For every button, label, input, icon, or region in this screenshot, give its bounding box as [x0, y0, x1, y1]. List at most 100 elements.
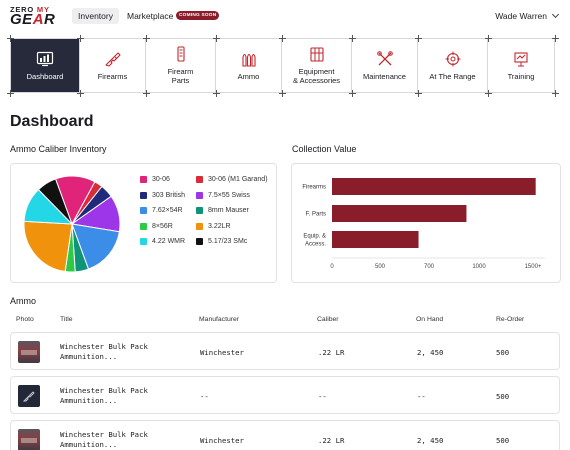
plus-marker: [143, 90, 150, 97]
category-nav: Dashboard Firearms Firearm Parts Ammo Eq…: [10, 38, 557, 93]
bar-category-label: Firearms: [302, 185, 326, 191]
crosshair-icon: [445, 51, 460, 66]
legend-label: 30-06 (M1 Garand): [208, 176, 268, 183]
ammo-caliber-title: Ammo Caliber Inventory: [10, 144, 107, 154]
legend-swatch: [140, 238, 147, 245]
plus-marker: [279, 90, 286, 97]
plus-marker: [279, 35, 286, 42]
ammo-section-title: Ammo: [10, 296, 37, 306]
rifle-placeholder-icon: [18, 385, 40, 407]
bar-chart: Firearms F. Parts Equip. & Access. 0 500 700 10…: [302, 178, 545, 270]
col-title: Title: [60, 316, 73, 323]
tab-at-the-range[interactable]: At The Range: [418, 39, 488, 92]
legend-swatch: [196, 176, 203, 183]
tab-label: Training: [507, 71, 535, 81]
table-row[interactable]: Winchester Bulk Pack Ammunition... Winches…: [10, 420, 560, 450]
chevron-down-icon: [551, 10, 560, 19]
x-tick-label: 1500+: [525, 264, 542, 270]
plus-marker: [77, 90, 84, 97]
legend-label: 5.17/23 SMc: [208, 238, 248, 245]
bar-category-label: F. Parts: [306, 212, 326, 218]
tab-firearm-parts[interactable]: Firearm Parts: [146, 39, 216, 92]
tab-label: At The Range: [429, 71, 476, 81]
collection-value-card: Firearms F. Parts Equip. & Access. 0 500 700 10…: [291, 163, 561, 283]
bar[interactable]: [332, 178, 536, 195]
legend-swatch: [196, 207, 203, 214]
tab-label: Firearms: [97, 71, 128, 81]
tab-training[interactable]: Training: [488, 39, 555, 92]
tab-maintenance[interactable]: Maintenance: [352, 39, 418, 92]
tab-label: Ammo: [237, 71, 260, 81]
legend-item: 7.5×55 Swiss: [196, 191, 250, 199]
tab-label: Dashboard: [26, 71, 64, 81]
legend-label: 3.22LR: [208, 222, 231, 230]
table-row[interactable]: Winchester Bulk Pack Ammunition... -- -- -- 5…: [10, 376, 560, 414]
legend-label: 8×56R: [152, 222, 173, 230]
collection-value-title: Collection Value: [292, 144, 357, 154]
tools-icon: [376, 50, 393, 65]
ammo-reorder: 500: [496, 435, 510, 445]
legend-item: 30-06: [140, 176, 170, 183]
ammo-caliber: .22 LR: [318, 347, 345, 357]
tab-label: Maintenance: [363, 71, 406, 81]
col-on-hand: On Hand: [416, 316, 444, 323]
ammo-title[interactable]: Winchester Bulk Pack Ammunition...: [60, 377, 148, 415]
tab-label: Firearm Parts: [167, 67, 194, 85]
legend-swatch: [196, 191, 203, 199]
top-bar: ZERO MY GEAR Inventory Marketplace COMIN…: [0, 0, 570, 32]
x-tick-label: 0: [330, 264, 334, 270]
tab-firearms[interactable]: Firearms: [80, 39, 146, 92]
table-header: Photo Title Manufacturer Caliber On Hand…: [10, 316, 560, 328]
ammo-photo: [18, 429, 40, 450]
legend-swatch: [140, 207, 147, 214]
ammo-icon: [241, 53, 256, 67]
plus-marker: [485, 35, 492, 42]
bar-category-label: Access.: [305, 242, 326, 248]
legend-item: 303 British: [140, 191, 186, 199]
bar[interactable]: [332, 231, 419, 248]
col-manufacturer: Manufacturer: [199, 316, 240, 323]
tab-equipment-accessories[interactable]: Equipment & Accessories: [282, 39, 352, 92]
legend-label: 303 British: [152, 191, 186, 199]
user-menu[interactable]: Wade Warren: [495, 8, 560, 24]
bar-category-label: Equip. &: [303, 234, 326, 240]
x-tick-label: 500: [375, 264, 386, 270]
nav-inventory[interactable]: Inventory: [72, 8, 119, 24]
ammo-on-hand: 2, 450: [417, 347, 444, 357]
user-name: Wade Warren: [495, 11, 547, 21]
ammo-reorder: 500: [496, 347, 510, 357]
ammo-caliber: --: [318, 391, 327, 401]
page-title: Dashboard: [10, 113, 94, 130]
ammo-photo: [18, 341, 40, 363]
table-row[interactable]: Winchester Bulk Pack Ammunition... Winches…: [10, 332, 560, 370]
plus-marker: [77, 35, 84, 42]
col-caliber: Caliber: [317, 316, 339, 323]
legend-label: 4.22 WMR: [152, 238, 186, 245]
coming-soon-badge: COMING SOON: [176, 11, 220, 20]
legend-item: 4.22 WMR: [140, 238, 185, 245]
legend-swatch: [196, 222, 203, 230]
plus-marker: [213, 35, 220, 42]
ammo-manufacturer: Winchester: [200, 435, 244, 445]
ammo-title[interactable]: Winchester Bulk Pack Ammunition...: [60, 421, 148, 450]
rifle-icon: [104, 51, 121, 67]
nav-marketplace[interactable]: Marketplace: [127, 8, 173, 24]
plus-marker: [143, 35, 150, 42]
x-tick-label: 1000: [472, 264, 486, 270]
tab-dashboard[interactable]: Dashboard: [10, 39, 80, 92]
ammo-title[interactable]: Winchester Bulk Pack Ammunition...: [60, 333, 148, 371]
legend-label: 30-06: [152, 176, 170, 183]
bar[interactable]: [332, 205, 467, 222]
pie-slice[interactable]: [23, 220, 73, 273]
plus-marker: [552, 35, 559, 42]
legend-item: 3.22LR: [196, 222, 231, 230]
legend-swatch: [196, 238, 203, 245]
plus-marker: [7, 90, 14, 97]
legend-item: 8×56R: [140, 222, 173, 230]
tab-ammo[interactable]: Ammo: [216, 39, 282, 92]
dashboard-icon: [36, 51, 54, 66]
plus-marker: [349, 90, 356, 97]
brand-logo[interactable]: ZERO MY GEAR: [10, 5, 60, 27]
ammo-manufacturer: --: [200, 391, 209, 401]
legend-item: 7.62×54R: [140, 207, 183, 214]
